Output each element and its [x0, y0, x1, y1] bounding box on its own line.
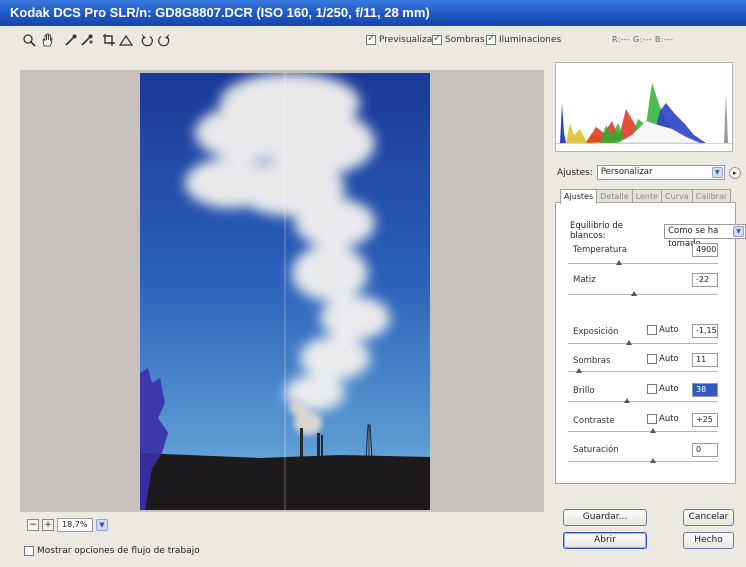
chevron-down-icon[interactable]: ▼: [733, 225, 744, 237]
contrast-slider-track[interactable]: [568, 431, 718, 432]
shadows-label: Sombras: [445, 35, 485, 45]
temperature-label: Temperatura: [573, 245, 628, 255]
workflow-label: Mostrar opciones de flujo de trabajo: [37, 546, 200, 556]
exposure-value[interactable]: -1,15: [692, 324, 718, 338]
shadows-auto-label: Auto: [659, 354, 679, 364]
temperature-value[interactable]: 4900: [692, 243, 718, 257]
shadows-slider-thumb[interactable]: [576, 368, 582, 373]
contrast-label: Contraste: [573, 416, 615, 426]
exposure-auto-box[interactable]: [647, 325, 657, 335]
shadows-auto-checkbox[interactable]: Auto: [647, 354, 679, 364]
tint-slider-thumb[interactable]: [631, 291, 637, 296]
zoom-value-field[interactable]: 18,7%: [57, 518, 93, 532]
done-button[interactable]: Hecho: [683, 532, 734, 549]
zoom-dropdown-arrow-icon[interactable]: ▼: [96, 519, 108, 531]
contrast-auto-label: Auto: [659, 414, 679, 424]
tint-slider-track[interactable]: [568, 294, 718, 295]
temperature-slider-thumb[interactable]: [616, 260, 622, 265]
white-balance-eyedropper-icon[interactable]: [64, 33, 78, 47]
preview-label: Previsualizar: [379, 35, 436, 45]
tint-value[interactable]: -22: [692, 273, 718, 287]
saturation-value[interactable]: 0: [692, 443, 718, 457]
exposure-auto-label: Auto: [659, 325, 679, 335]
contrast-value[interactable]: +25: [692, 413, 718, 427]
highlights-check-box[interactable]: [486, 33, 496, 45]
tab-curva[interactable]: Curva: [661, 189, 693, 203]
settings-label: Ajustes:: [557, 167, 593, 178]
shadows-clipping-checkbox[interactable]: Sombras: [432, 33, 485, 45]
open-button[interactable]: Abrir: [563, 532, 647, 549]
workflow-check-box[interactable]: [24, 546, 34, 556]
rotate-right-icon[interactable]: [157, 33, 171, 47]
brightness-slider-thumb[interactable]: [624, 398, 630, 403]
contrast-slider-thumb[interactable]: [650, 428, 656, 433]
hand-icon[interactable]: [40, 33, 54, 47]
brightness-label: Brillo: [573, 386, 595, 396]
contrast-auto-box[interactable]: [647, 414, 657, 424]
preview-checkbox[interactable]: Previsualizar: [366, 33, 436, 45]
rgb-readout: R:--- G:--- B:---: [612, 35, 674, 44]
tab-ajustes[interactable]: Ajustes: [560, 189, 598, 204]
white-balance-select[interactable]: Como se ha tomado ▼: [664, 223, 746, 249]
crop-icon[interactable]: [102, 33, 116, 47]
zoom-in-button[interactable]: +: [42, 519, 54, 531]
exposure-slider-thumb[interactable]: [626, 340, 632, 345]
tint-label: Matiz: [573, 275, 596, 285]
contrast-auto-checkbox[interactable]: Auto: [647, 414, 679, 424]
histogram: [555, 62, 733, 152]
saturation-label: Saturación: [573, 445, 619, 455]
saturation-slider-thumb[interactable]: [650, 458, 656, 463]
exposure-slider-track[interactable]: [568, 343, 718, 344]
zoom-controls: − + 18,7% ▼: [27, 518, 108, 532]
window-title: Kodak DCS Pro SLR/n: GD8G8807.DCR (ISO 1…: [0, 0, 746, 26]
shadows-value[interactable]: 11: [692, 353, 718, 367]
settings-preset-value: Personalizar: [600, 167, 653, 177]
exposure-label: Exposición: [573, 327, 619, 337]
shadows-slider-track[interactable]: [568, 371, 718, 372]
temperature-slider-track[interactable]: [568, 263, 718, 264]
cancel-button[interactable]: Cancelar: [683, 509, 734, 526]
chevron-down-icon[interactable]: ▼: [711, 167, 723, 178]
workflow-options-checkbox[interactable]: Mostrar opciones de flujo de trabajo: [24, 546, 200, 556]
tab-calibrar[interactable]: Calibrar: [691, 189, 732, 203]
rotate-left-icon[interactable]: [140, 33, 154, 47]
shadows-auto-box[interactable]: [647, 354, 657, 364]
straighten-icon[interactable]: [118, 33, 134, 47]
brightness-auto-label: Auto: [659, 384, 679, 394]
shadows-check-box[interactable]: [432, 33, 442, 45]
save-button[interactable]: Guardar...: [563, 509, 647, 526]
saturation-slider-track[interactable]: [568, 461, 718, 462]
exposure-auto-checkbox[interactable]: Auto: [647, 325, 679, 335]
highlights-clipping-checkbox[interactable]: Iluminaciones: [486, 33, 562, 45]
settings-preset-row: Ajustes: Personalizar ▼ ▸: [557, 165, 741, 180]
preview-photo[interactable]: [140, 73, 430, 510]
color-sampler-icon[interactable]: [80, 33, 94, 47]
brightness-slider-track[interactable]: [568, 401, 718, 402]
brightness-auto-box[interactable]: [647, 384, 657, 394]
highlights-label: Iluminaciones: [499, 35, 562, 45]
brightness-auto-checkbox[interactable]: Auto: [647, 384, 679, 394]
white-balance-label: Equilibrio de blancos:: [570, 221, 624, 241]
brightness-value[interactable]: 38: [692, 383, 718, 397]
zoom-icon[interactable]: [22, 33, 36, 47]
preview-check-box[interactable]: [366, 33, 376, 45]
zoom-out-button[interactable]: −: [27, 519, 39, 531]
tab-detalle[interactable]: Detalle: [596, 189, 633, 203]
shadows-slider-label: Sombras: [573, 356, 611, 366]
white-balance-row: Equilibrio de blancos: Como se ha tomado…: [570, 221, 746, 249]
settings-menu-button[interactable]: ▸: [728, 166, 741, 179]
tab-lente[interactable]: Lente: [631, 189, 663, 203]
settings-preset-select[interactable]: Personalizar ▼: [596, 165, 725, 180]
